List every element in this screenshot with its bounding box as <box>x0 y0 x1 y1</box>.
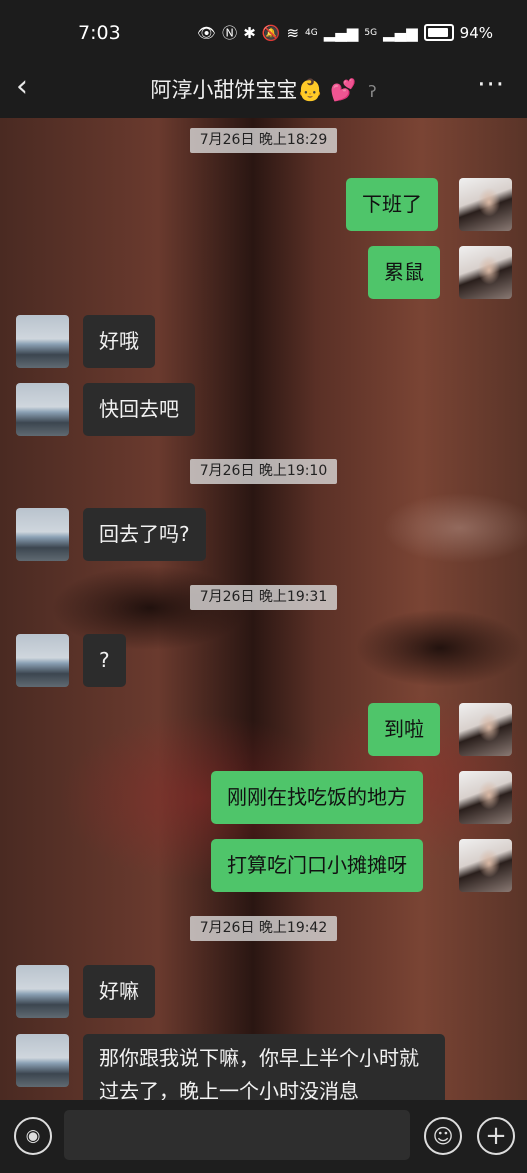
message-bubble[interactable]: 好哦 <box>83 315 155 368</box>
chat-title: 阿淳小甜饼宝宝👶 💕 <box>150 78 357 102</box>
avatar-self[interactable] <box>459 839 512 892</box>
message-bubble[interactable]: 好嘛 <box>83 965 155 1018</box>
battery-icon <box>423 24 454 41</box>
chat-header: ‹ 阿淳小甜饼宝宝👶 💕 ʔ ··· <box>0 64 527 118</box>
status-icons: 👁 Ⓝ ✱ 🔕 ≋ 4G ▂▄▆ 5G ▂▄▆ 94% <box>197 22 493 43</box>
message-bubble[interactable]: 快回去吧 <box>83 383 195 436</box>
signal-4g-icon: ▂▄▆ <box>323 23 359 42</box>
message-bubble[interactable]: 累鼠 <box>368 246 440 299</box>
mute-icon: 🔕 <box>261 23 281 42</box>
battery-percent: 94% <box>459 23 493 42</box>
eye-icon: 👁 <box>197 23 217 42</box>
status-time: 7:03 <box>78 22 121 44</box>
avatar-contact[interactable] <box>16 315 69 368</box>
message-input[interactable] <box>64 1110 410 1160</box>
more-icon[interactable]: ··· <box>477 70 505 100</box>
voice-icon[interactable]: ◉ <box>14 1117 52 1155</box>
message-bubble[interactable]: 回去了吗? <box>83 508 206 561</box>
avatar-self[interactable] <box>459 703 512 756</box>
status-bar: 7:03 👁 Ⓝ ✱ 🔕 ≋ 4G ▂▄▆ 5G ▂▄▆ 94% <box>0 0 527 64</box>
message-bubble[interactable]: 刚刚在找吃饭的地方 <box>211 771 423 824</box>
message-bubble[interactable]: ? <box>83 634 126 687</box>
avatar-contact[interactable] <box>16 508 69 561</box>
avatar-self[interactable] <box>459 771 512 824</box>
plus-icon[interactable]: + <box>477 1117 515 1155</box>
timestamp: 7月26日 晚上19:42 <box>190 916 337 941</box>
timestamp: 7月26日 晚上18:29 <box>190 128 337 153</box>
avatar-contact[interactable] <box>16 965 69 1018</box>
message-bubble[interactable]: 到啦 <box>368 703 440 756</box>
emoji-icon[interactable]: ☺ <box>424 1117 462 1155</box>
signal-5g-label: 5G <box>364 27 378 38</box>
nfc-icon: Ⓝ <box>222 24 238 42</box>
timestamp: 7月26日 晚上19:31 <box>190 585 337 610</box>
message-bubble[interactable]: 打算吃门口小摊摊呀 <box>211 839 423 892</box>
message-bubble[interactable]: 下班了 <box>346 178 438 231</box>
wifi-icon: ≋ <box>286 23 300 42</box>
avatar-contact[interactable] <box>16 634 69 687</box>
chat-title-wrap: 阿淳小甜饼宝宝👶 💕 ʔ <box>0 74 527 104</box>
avatar-contact[interactable] <box>16 1034 69 1087</box>
input-bar: ◉ ☺ + <box>0 1100 527 1173</box>
signal-4g-label: 4G <box>305 27 318 38</box>
timestamp: 7月26日 晚上19:10 <box>190 459 337 484</box>
avatar-self[interactable] <box>459 178 512 231</box>
avatar-contact[interactable] <box>16 383 69 436</box>
ear-icon: ʔ <box>368 82 377 101</box>
signal-5g-icon: ▂▄▆ <box>383 23 418 42</box>
bluetooth-icon: ✱ <box>243 23 256 42</box>
avatar-self[interactable] <box>459 246 512 299</box>
